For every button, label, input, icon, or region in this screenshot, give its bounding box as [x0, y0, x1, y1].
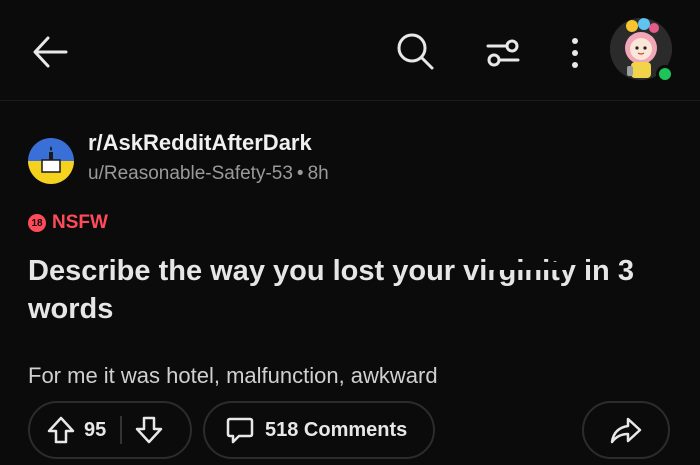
nsfw-18-icon: 18	[28, 214, 46, 232]
share-button[interactable]	[582, 401, 670, 459]
nsfw-label: NSFW	[52, 212, 108, 233]
upvote-count: 95	[84, 418, 107, 441]
post-title[interactable]: Describe the way you lost your virginity…	[28, 252, 678, 328]
comment-icon-wrap	[225, 415, 255, 445]
meta-separator: •	[296, 163, 304, 184]
subreddit-icon[interactable]	[28, 138, 74, 184]
nsfw-tag: 18 NSFW	[28, 212, 108, 234]
vote-divider	[120, 416, 123, 444]
online-status-dot	[656, 65, 674, 83]
vote-bar: 95	[28, 401, 192, 459]
subreddit-name[interactable]: r/AskRedditAfterDark	[88, 130, 312, 156]
comment-bubble-icon	[226, 417, 254, 444]
post-age: 8h	[307, 163, 329, 184]
post-meta: u/Reasonable-Safety-53 • 8h	[88, 163, 329, 185]
share-arrow-icon	[610, 417, 642, 444]
filter-button[interactable]	[480, 30, 526, 76]
more-options-button[interactable]	[560, 30, 590, 76]
upvote-button[interactable]	[46, 415, 76, 445]
downvote-arrow-icon	[136, 416, 163, 444]
author-name[interactable]: u/Reasonable-Safety-53	[88, 163, 293, 184]
comments-count-label: 518 Comments	[265, 418, 408, 441]
filter-icon	[486, 39, 520, 67]
back-button[interactable]	[28, 30, 72, 74]
back-arrow-icon	[33, 36, 68, 68]
top-bar	[0, 0, 700, 101]
upvote-arrow-icon	[47, 416, 75, 444]
downvote-button[interactable]	[134, 415, 164, 445]
post-body: For me it was hotel, malfunction, awkwar…	[28, 363, 438, 388]
search-button[interactable]	[392, 28, 438, 74]
redaction-mark	[486, 262, 568, 270]
more-vertical-icon	[572, 38, 578, 68]
comments-button[interactable]: 518 Comments	[203, 401, 435, 459]
search-icon	[397, 33, 434, 70]
post-header: r/AskRedditAfterDark u/Reasonable-Safety…	[28, 130, 668, 190]
